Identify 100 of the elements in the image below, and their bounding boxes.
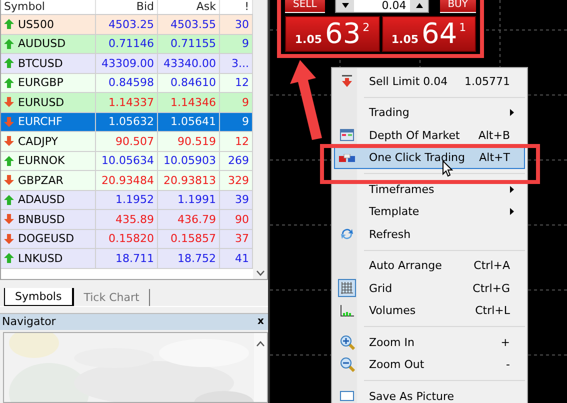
menu-item[interactable]: Timeframes bbox=[334, 178, 525, 200]
zoom-in-icon bbox=[340, 334, 354, 350]
symbol-row[interactable]: BNBUSD 435.89 436.79 90 bbox=[1, 210, 253, 230]
spread-value: 9 bbox=[242, 96, 249, 109]
decrease-button[interactable] bbox=[336, 0, 354, 12]
bid-price: 18.711 bbox=[116, 252, 154, 265]
bid-price: 1.14337 bbox=[108, 96, 154, 109]
menu-item[interactable]: Volumes Ctrl+L bbox=[334, 300, 525, 322]
symbol-row[interactable]: GBPZAR 20.93484 20.93813 329 bbox=[1, 171, 253, 190]
symbol-row[interactable]: EURCHF 1.05632 1.05641 9 bbox=[1, 112, 253, 132]
spread-value: 30 bbox=[235, 18, 249, 31]
menu-item[interactable]: Refresh bbox=[334, 223, 525, 246]
spread-value: 329 bbox=[228, 174, 249, 187]
symbol-row[interactable]: LNKUSD 18.711 18.752 41 bbox=[1, 249, 253, 268]
down-caret-icon bbox=[342, 2, 349, 8]
ask-price: 90.519 bbox=[178, 134, 216, 148]
ask-price: 4503.55 bbox=[170, 18, 216, 31]
up-arrow-icon bbox=[4, 156, 14, 166]
down-arrow-icon bbox=[341, 75, 353, 88]
lot-field[interactable]: 0.04 bbox=[335, 0, 430, 13]
ask-price: 20.93813 bbox=[164, 174, 216, 187]
ask-price: 43340.00 bbox=[164, 56, 216, 70]
ask-price: 0.15857 bbox=[170, 232, 216, 246]
bid-price: 0.15820 bbox=[108, 232, 154, 246]
window-icon bbox=[340, 129, 354, 142]
up-arrow-icon bbox=[4, 38, 14, 49]
close-button[interactable]: x bbox=[258, 316, 264, 327]
zoom-out-icon bbox=[340, 357, 354, 372]
menu-item[interactable]: Auto Arrange Ctrl+A bbox=[334, 254, 525, 277]
bid-price: 10.05634 bbox=[102, 154, 154, 168]
symbol-row[interactable]: EURGBP 0.84598 0.84610 12 bbox=[1, 74, 253, 93]
spread-value: 9 bbox=[242, 37, 249, 50]
down-arrow-icon bbox=[4, 234, 14, 244]
volume-bars-icon bbox=[340, 304, 354, 317]
ask-price: 0.71155 bbox=[170, 37, 216, 50]
column-header[interactable]: Ask bbox=[158, 0, 220, 14]
down-arrow-icon bbox=[4, 116, 14, 127]
menu-item[interactable]: Save As Picture bbox=[334, 385, 525, 403]
spread-value: 39 bbox=[235, 193, 249, 206]
symbol-name: GBPZAR bbox=[18, 174, 64, 187]
symbol-name: EURUSD bbox=[18, 96, 64, 109]
symbol-name: EURNOK bbox=[18, 154, 65, 168]
spread-value: 12 bbox=[235, 134, 249, 148]
grid-icon bbox=[341, 282, 353, 294]
up-arrow-icon bbox=[4, 58, 14, 68]
menu-item[interactable]: Zoom In + bbox=[334, 331, 525, 354]
ask-price: 10.05903 bbox=[164, 154, 216, 168]
panel-tab[interactable]: Tick Chart bbox=[74, 288, 150, 306]
down-arrow-icon bbox=[4, 136, 14, 146]
menu-item[interactable]: Depth Of Market Alt+B bbox=[334, 124, 525, 146]
panel-tab[interactable]: Symbols bbox=[4, 288, 74, 306]
scroll-up-icon[interactable] bbox=[256, 340, 265, 346]
bid-price: 435.89 bbox=[116, 212, 154, 226]
ask-price: 18.752 bbox=[178, 252, 216, 265]
menu-item[interactable]: One Click Trading Alt+T bbox=[334, 146, 525, 169]
menu-item[interactable]: Trading bbox=[334, 102, 525, 124]
menu-item[interactable]: Sell Limit 0.04 1.05771 bbox=[334, 70, 525, 92]
column-header[interactable]: Bid bbox=[96, 0, 158, 14]
spread-value: 3... bbox=[232, 56, 249, 70]
symbol-name: AUDUSD bbox=[18, 37, 66, 50]
spread-value: 41 bbox=[235, 252, 249, 265]
menu-item[interactable]: Template bbox=[334, 200, 525, 223]
spread-value: 269 bbox=[228, 154, 249, 168]
symbol-row[interactable]: DOGEUSD 0.15820 0.15857 37 bbox=[1, 230, 253, 249]
refresh-icon bbox=[340, 227, 354, 242]
symbol-name: LNKUSD bbox=[18, 252, 63, 265]
scroll-down-icon[interactable] bbox=[256, 270, 264, 276]
ask-price: 1.1991 bbox=[178, 193, 216, 206]
increase-button[interactable] bbox=[410, 0, 428, 12]
symbol-name: ADAUSD bbox=[18, 193, 65, 206]
spread-value: 9 bbox=[242, 115, 249, 128]
bid-price: 43309.00 bbox=[102, 56, 154, 70]
menu-item[interactable]: Grid Ctrl+G bbox=[334, 277, 525, 300]
column-header[interactable]: Symbol bbox=[1, 0, 96, 14]
symbol-row[interactable]: AUDUSD 0.71146 0.71155 9 bbox=[1, 34, 253, 54]
up-arrow-icon bbox=[4, 78, 14, 88]
symbol-name: CADJPY bbox=[18, 134, 58, 148]
symbol-row[interactable]: EURNOK 10.05634 10.05903 269 bbox=[1, 152, 253, 171]
symbol-name: BNBUSD bbox=[18, 212, 65, 226]
spread-value: 90 bbox=[235, 212, 249, 226]
ask-price: 1.05641 bbox=[170, 115, 216, 128]
symbol-row[interactable]: EURUSD 1.14337 1.14346 9 bbox=[1, 93, 253, 112]
ask-price: 0.84610 bbox=[170, 76, 216, 90]
up-caret-icon bbox=[416, 2, 423, 8]
ask-price: 1.14346 bbox=[170, 96, 216, 109]
ask-price: 436.79 bbox=[178, 212, 216, 226]
bid-price: 4503.25 bbox=[108, 18, 154, 31]
buy-label: BUY bbox=[440, 0, 476, 13]
bid-price: 0.84598 bbox=[108, 76, 154, 90]
symbol-row[interactable]: US500 4503.25 4503.55 30 bbox=[1, 15, 253, 34]
symbol-name: BTCUSD bbox=[18, 56, 63, 70]
bid-price: 1.05632 bbox=[108, 115, 154, 128]
down-arrow-icon bbox=[4, 214, 14, 224]
down-arrow-icon bbox=[4, 175, 14, 186]
symbol-row[interactable]: CADJPY 90.507 90.519 12 bbox=[1, 132, 253, 152]
symbol-row[interactable]: BTCUSD 43309.00 43340.00 3... bbox=[1, 54, 253, 74]
menu-item[interactable]: Zoom Out - bbox=[334, 354, 525, 376]
spread-value: 12 bbox=[235, 76, 249, 90]
bid-price: 0.71146 bbox=[108, 37, 154, 50]
symbol-row[interactable]: ADAUSD 1.1952 1.1991 39 bbox=[1, 190, 253, 210]
